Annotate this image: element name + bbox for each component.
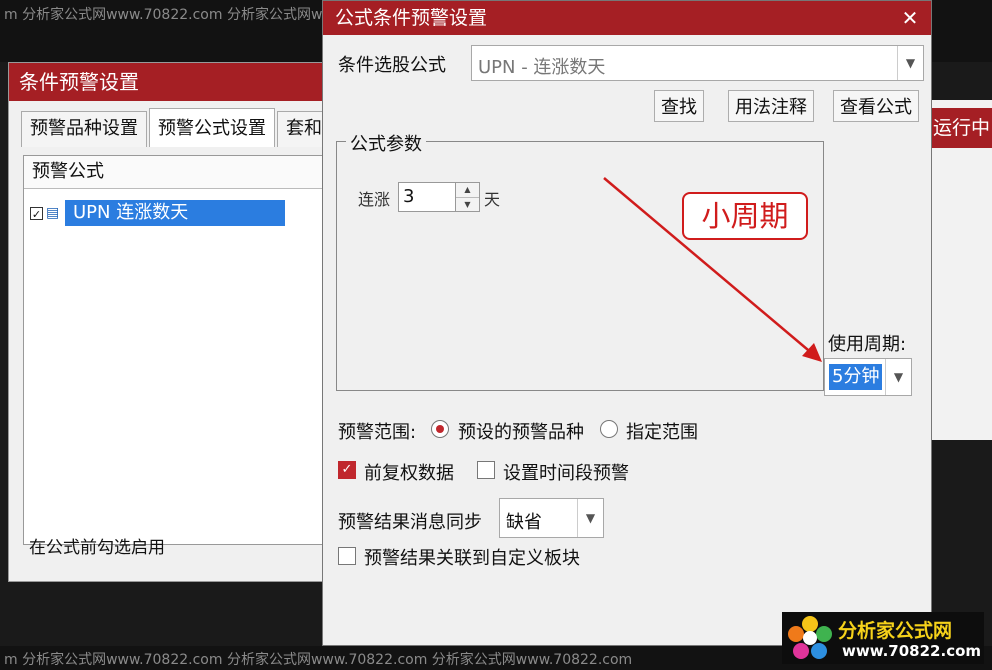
formula-select[interactable]: UPN - 连涨数天 ▼ (471, 45, 924, 81)
right-background-panel (930, 100, 992, 440)
running-tag: 运行中 (930, 108, 992, 148)
period-label: 使用周期: (828, 334, 907, 355)
adjusted-data-label: 前复权数据 (364, 463, 454, 484)
time-period-label: 设置时间段预警 (503, 463, 629, 484)
chevron-down-icon: ▼ (885, 359, 911, 395)
range-preset-label: 预设的预警品种 (458, 422, 584, 443)
sync-select[interactable]: 缺省 ▼ (499, 498, 604, 538)
params-group-title: 公式参数 (346, 130, 426, 156)
list-item[interactable]: ✓ ▤ UPN 连涨数天 (30, 200, 285, 226)
formula-icon: ▤ (46, 205, 60, 221)
enable-checkbox[interactable]: ✓ (30, 206, 43, 221)
range-custom-radio[interactable] (600, 420, 618, 438)
adjusted-data-checkbox[interactable]: ✓ (338, 461, 356, 479)
param-unit: 天 (484, 190, 501, 209)
increment-icon[interactable]: ▲ (456, 183, 479, 198)
period-value: 5分钟 (829, 364, 883, 390)
find-button[interactable]: 查找 (654, 90, 704, 122)
sync-label: 预警结果消息同步 (338, 512, 482, 533)
background-tabs: 预警品种设置 预警公式设置 套和 (21, 108, 333, 147)
dialog-title: 公式条件预警设置 (335, 7, 488, 29)
chevron-down-icon: ▼ (897, 46, 923, 80)
flower-logo-icon (788, 616, 832, 659)
usage-notes-button[interactable]: 用法注释 (728, 90, 814, 122)
param-label: 连涨 (358, 190, 391, 209)
chevron-down-icon: ▼ (577, 499, 603, 537)
decrement-icon[interactable]: ▼ (456, 198, 479, 212)
logo-title: 分析家公式网 (838, 620, 953, 642)
formula-list: 预警公式 ✓ ▤ UPN 连涨数天 (23, 155, 343, 545)
period-select[interactable]: 5分钟 ▼ (824, 358, 912, 396)
logo-url: www.70822.com (842, 642, 982, 660)
list-header: 预警公式 (24, 156, 342, 189)
background-dialog-title: 条件预警设置 (9, 63, 337, 101)
close-icon[interactable]: ✕ (899, 1, 921, 35)
param-input[interactable]: 3 (398, 182, 456, 212)
site-logo: 分析家公式网 www.70822.com (782, 612, 984, 664)
list-item-label: UPN 连涨数天 (65, 200, 285, 226)
dialog-title-bar: 公式条件预警设置 ✕ (323, 1, 931, 35)
view-formula-button[interactable]: 查看公式 (833, 90, 919, 122)
range-label: 预警范围: (338, 422, 417, 443)
param-stepper[interactable]: ▲ ▼ (456, 182, 480, 212)
formula-label: 条件选股公式 (338, 55, 446, 76)
range-preset-radio[interactable] (431, 420, 449, 438)
formula-select-value: UPN - 连涨数天 (478, 57, 606, 78)
tab-alert-formulas[interactable]: 预警公式设置 (149, 108, 275, 147)
annotation-label: 小周期 (682, 192, 808, 240)
link-block-checkbox[interactable] (338, 547, 356, 565)
sync-value: 缺省 (506, 512, 542, 533)
background-dialog: 条件预警设置 预警品种设置 预警公式设置 套和 预警公式 ✓ ▤ UPN 连涨数… (8, 62, 343, 582)
link-block-label: 预警结果关联到自定义板块 (364, 548, 580, 569)
range-custom-label: 指定范围 (626, 422, 698, 443)
background-footer-hint: 在公式前勾选启用 (29, 538, 165, 558)
time-period-checkbox[interactable] (477, 461, 495, 479)
tab-alert-symbols[interactable]: 预警品种设置 (21, 111, 147, 147)
watermark-text: m 分析家公式网www.70822.com 分析家公式网www.70822.co… (4, 652, 633, 668)
